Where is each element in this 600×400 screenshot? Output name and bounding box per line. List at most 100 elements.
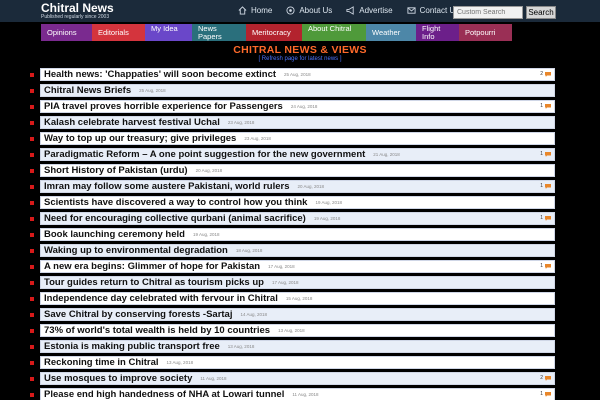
article-date: 11 Aug, 2018 bbox=[200, 376, 227, 381]
about-icon bbox=[286, 6, 295, 15]
bullet-icon bbox=[30, 89, 34, 93]
search-input[interactable] bbox=[453, 6, 523, 19]
article-date: 20 Aug, 2018 bbox=[297, 184, 325, 189]
comment-count[interactable]: 1 bbox=[540, 263, 551, 269]
category-tab[interactable]: Weather bbox=[366, 24, 416, 41]
article-date: 17 Aug, 2018 bbox=[268, 264, 295, 269]
article-row[interactable]: Health news: 'Chappaties' will soon beco… bbox=[30, 68, 555, 81]
comment-count[interactable]: 1 bbox=[540, 151, 551, 157]
article-row[interactable]: Reckoning time in Chitral 13 Aug, 2018 bbox=[30, 356, 555, 369]
article-row[interactable]: Waking up to environmental degradation 18… bbox=[30, 244, 555, 257]
bullet-icon bbox=[30, 265, 34, 269]
comment-count-value: 1 bbox=[540, 103, 543, 109]
article-date: 19 Aug, 2018 bbox=[315, 200, 342, 205]
comment-count-value: 1 bbox=[540, 183, 543, 189]
comment-count[interactable]: 1 bbox=[540, 183, 551, 189]
article-title[interactable]: PIA travel proves horrible experience fo… bbox=[41, 101, 283, 112]
article-row[interactable]: Short History of Pakistan (urdu) 20 Aug, … bbox=[30, 164, 555, 177]
category-nav: Opinions Editorials My Idea News Papers Meri… bbox=[41, 24, 512, 41]
article-date: 20 Aug, 2018 bbox=[195, 168, 223, 173]
article-row[interactable]: Chitral News Briefs 25 Aug, 2018 bbox=[30, 84, 555, 97]
category-tab[interactable]: Flight Info bbox=[416, 24, 459, 41]
article-title[interactable]: Book launching ceremony held bbox=[41, 229, 185, 240]
page-heading: CHITRAL NEWS & VIEWS bbox=[233, 44, 367, 56]
article-title[interactable]: Paradigmatic Reform – A one point sugges… bbox=[41, 149, 365, 160]
article-row[interactable]: Estonia is making public transport free 1… bbox=[30, 340, 555, 353]
article-title[interactable]: Health news: 'Chappaties' will soon beco… bbox=[41, 69, 276, 80]
bullet-icon bbox=[30, 393, 34, 397]
top-nav: Home About Us Advertise Contact Us bbox=[238, 6, 473, 15]
article-row[interactable]: Need for encouraging collective qurbani … bbox=[30, 212, 555, 225]
bullet-icon bbox=[30, 153, 34, 157]
article-row[interactable]: Tour guides return to Chitral as tourism… bbox=[30, 276, 555, 289]
comment-count[interactable]: 2 bbox=[540, 71, 551, 77]
article-title[interactable]: Way to top up our treasury; give privile… bbox=[41, 133, 236, 144]
article-title[interactable]: Reckoning time in Chitral bbox=[41, 357, 159, 368]
article-row[interactable]: PIA travel proves horrible experience fo… bbox=[30, 100, 555, 113]
article-date: 13 Aug, 2018 bbox=[166, 360, 194, 365]
article-row[interactable]: Independence day celebrated with fervour… bbox=[30, 292, 555, 305]
article-title[interactable]: Save Chitral by conserving forests -Sart… bbox=[41, 309, 232, 320]
site-logo[interactable]: Chitral News Published regularly since 2… bbox=[41, 2, 114, 21]
article-title[interactable]: Chitral News Briefs bbox=[41, 85, 131, 96]
article-row[interactable]: Paradigmatic Reform – A one point sugges… bbox=[30, 148, 555, 161]
advertise-icon bbox=[346, 6, 354, 15]
article-row[interactable]: Please end high handedness of NHA at Low… bbox=[30, 388, 555, 400]
comment-icon bbox=[545, 103, 551, 109]
comment-icon bbox=[545, 183, 551, 189]
nav-about-label: About Us bbox=[299, 6, 333, 15]
article-title[interactable]: Scientists have discovered a way to cont… bbox=[41, 197, 307, 208]
article-title[interactable]: Use mosques to improve society bbox=[41, 373, 192, 384]
comment-count-value: 1 bbox=[540, 263, 543, 269]
envelope-icon bbox=[407, 7, 416, 14]
bullet-icon bbox=[30, 217, 34, 221]
article-row[interactable]: Scientists have discovered a way to cont… bbox=[30, 196, 555, 209]
nav-home[interactable]: Home bbox=[238, 6, 272, 15]
comment-count[interactable]: 1 bbox=[540, 215, 551, 221]
category-tab[interactable]: Meritocracy bbox=[246, 24, 302, 41]
article-title[interactable]: Waking up to environmental degradation bbox=[41, 245, 228, 256]
comment-icon bbox=[545, 215, 551, 221]
comment-count-value: 2 bbox=[540, 375, 543, 381]
article-title[interactable]: A new era begins: Glimmer of hope for Pa… bbox=[41, 261, 260, 272]
article-title[interactable]: Imran may follow some austere Pakistani,… bbox=[41, 181, 290, 192]
article-title[interactable]: Kalash celebrate harvest festival Uchal bbox=[41, 117, 220, 128]
category-tab[interactable]: Potpourri bbox=[459, 24, 512, 41]
nav-advertise[interactable]: Advertise bbox=[346, 6, 393, 15]
search-button[interactable]: Search bbox=[526, 6, 556, 19]
article-title[interactable]: Estonia is making public transport free bbox=[41, 341, 220, 352]
article-date: 18 Aug, 2018 bbox=[235, 248, 263, 253]
article-title[interactable]: Independence day celebrated with fervour… bbox=[41, 293, 278, 304]
bullet-icon bbox=[30, 361, 34, 365]
category-tab[interactable]: News Papers bbox=[192, 24, 246, 41]
article-title[interactable]: 73% of world's total wealth is held by 1… bbox=[41, 325, 270, 336]
site-title[interactable]: Chitral News bbox=[41, 2, 114, 14]
article-row[interactable]: 73% of world's total wealth is held by 1… bbox=[30, 324, 555, 337]
comment-count-value: 1 bbox=[540, 391, 543, 397]
comment-count[interactable]: 1 bbox=[540, 391, 551, 397]
article-title[interactable]: Short History of Pakistan (urdu) bbox=[41, 165, 188, 176]
article-date: 14 Aug, 2018 bbox=[240, 312, 268, 317]
article-row[interactable]: Save Chitral by conserving forests -Sart… bbox=[30, 308, 555, 321]
category-tab[interactable]: My Idea bbox=[145, 24, 192, 41]
article-row[interactable]: Use mosques to improve society 11 Aug, 20… bbox=[30, 372, 555, 385]
category-tab[interactable]: Opinions bbox=[41, 24, 92, 41]
article-title[interactable]: Tour guides return to Chitral as tourism… bbox=[41, 277, 264, 288]
nav-about[interactable]: About Us bbox=[286, 6, 332, 15]
nav-contact[interactable]: Contact Us bbox=[407, 6, 459, 15]
bullet-icon bbox=[30, 377, 34, 381]
category-tab[interactable]: Editorials bbox=[92, 24, 145, 41]
article-row[interactable]: Book launching ceremony held 19 Aug, 2018 bbox=[30, 228, 555, 241]
article-row[interactable]: Way to top up our treasury; give privile… bbox=[30, 132, 555, 145]
comment-count[interactable]: 2 bbox=[540, 375, 551, 381]
comment-count[interactable]: 1 bbox=[540, 103, 551, 109]
article-row[interactable]: Kalash celebrate harvest festival Uchal 2… bbox=[30, 116, 555, 129]
article-date: 11 Aug, 2018 bbox=[292, 392, 319, 397]
bullet-icon bbox=[30, 137, 34, 141]
article-title[interactable]: Need for encouraging collective qurbani … bbox=[41, 213, 306, 224]
article-row[interactable]: A new era begins: Glimmer of hope for Pa… bbox=[30, 260, 555, 273]
comment-icon bbox=[545, 391, 551, 397]
category-tab[interactable]: About Chitral bbox=[302, 24, 366, 41]
article-row[interactable]: Imran may follow some austere Pakistani,… bbox=[30, 180, 555, 193]
article-title[interactable]: Please end high handedness of NHA at Low… bbox=[41, 389, 284, 400]
